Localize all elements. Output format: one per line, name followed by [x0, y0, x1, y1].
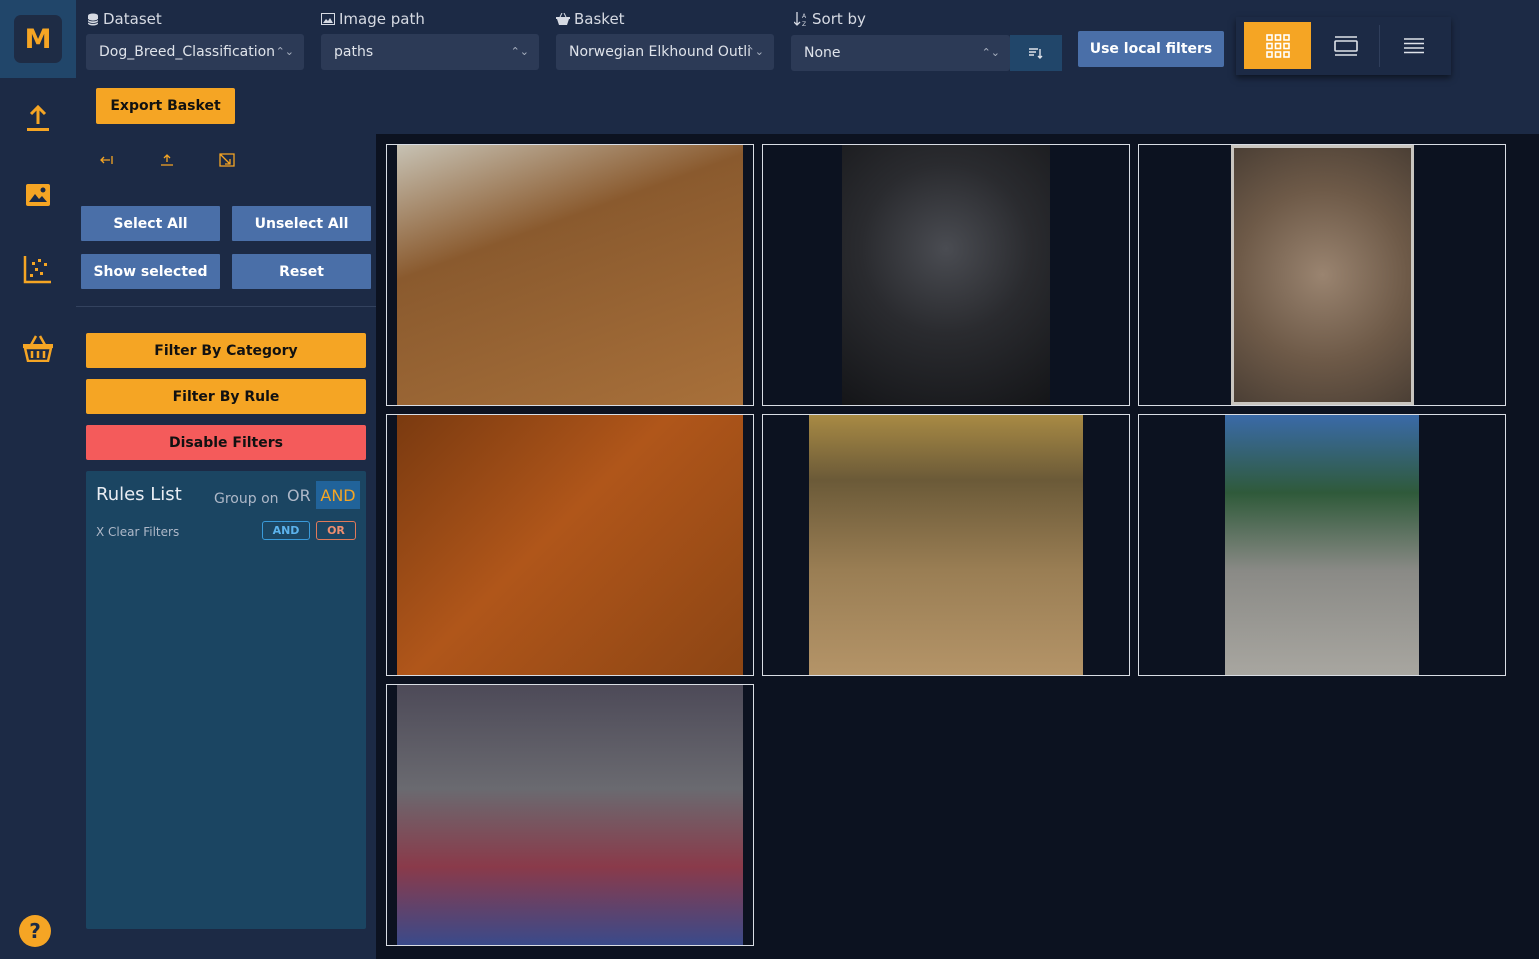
list-view-button[interactable] — [1380, 22, 1447, 69]
dog-image — [397, 415, 743, 675]
group-or-toggle[interactable]: OR — [287, 486, 311, 505]
chevron-updown-icon: ⌃⌄ — [745, 45, 764, 58]
collapse-panel-icon[interactable] — [96, 150, 116, 170]
upload-icon[interactable] — [14, 94, 62, 142]
filter-by-category-button[interactable]: Filter By Category — [86, 333, 366, 368]
sort-by-select-value: None — [804, 45, 841, 61]
upload-small-icon[interactable] — [157, 150, 177, 170]
dog-image — [1225, 415, 1419, 675]
scatter-plot-icon[interactable] — [14, 245, 62, 293]
chevron-updown-icon: ⌃⌄ — [275, 45, 294, 58]
view-mode-group — [1236, 17, 1451, 75]
app-logo[interactable]: M — [0, 0, 76, 78]
svg-text:A: A — [802, 13, 807, 20]
export-basket-button[interactable]: Export Basket — [96, 88, 235, 124]
use-local-filters-button[interactable]: Use local filters — [1078, 31, 1224, 67]
sort-by-label-text: Sort by — [812, 10, 866, 28]
panel-divider — [76, 306, 376, 307]
image-card[interactable] — [1138, 144, 1506, 406]
dataset-select[interactable]: Dog_Breed_Classification ⌃⌄ — [86, 34, 304, 70]
add-and-rule-button[interactable]: AND — [262, 521, 310, 540]
image-card[interactable] — [386, 414, 754, 676]
chevron-updown-icon: ⌃⌄ — [510, 45, 529, 58]
add-or-rule-button[interactable]: OR — [316, 521, 356, 540]
image-path-select[interactable]: paths ⌃⌄ — [321, 34, 539, 70]
image-grid — [376, 134, 1539, 959]
dataset-label: Dataset — [87, 10, 162, 28]
reset-button[interactable]: Reset — [232, 254, 371, 289]
chevron-updown-icon: ⌃⌄ — [981, 46, 1000, 59]
sort-alpha-icon: AZ — [794, 12, 807, 27]
dog-image — [842, 145, 1050, 405]
image-path-select-value: paths — [334, 44, 374, 60]
clear-filters-link[interactable]: X Clear Filters — [96, 525, 179, 539]
rules-list-title: Rules List — [96, 484, 182, 505]
list-view-icon — [1403, 37, 1424, 53]
logo-letter: M — [14, 15, 62, 63]
toolbar: Dataset Dog_Breed_Classification ⌃⌄ Imag… — [76, 0, 1539, 134]
sort-by-label: AZ Sort by — [794, 10, 866, 28]
image-card[interactable] — [762, 144, 1130, 406]
basket-label-text: Basket — [574, 10, 625, 28]
basket-select[interactable]: Norwegian Elkhound Outli ⌃⌄ — [556, 34, 774, 70]
image-path-label: Image path — [321, 10, 425, 28]
dog-image — [809, 415, 1083, 675]
basket-select-value: Norwegian Elkhound Outli — [569, 44, 752, 60]
show-selected-button[interactable]: Show selected — [81, 254, 220, 289]
image-icon[interactable] — [14, 171, 62, 219]
image-path-label-text: Image path — [339, 10, 425, 28]
svg-text:Z: Z — [802, 21, 806, 27]
sort-by-select[interactable]: None ⌃⌄ — [791, 35, 1010, 71]
disable-filters-button[interactable]: Disable Filters — [86, 425, 366, 460]
rules-list: Rules List Group on OR AND X Clear Filte… — [86, 471, 366, 929]
grid-view-button[interactable] — [1244, 22, 1311, 69]
dog-image — [1230, 145, 1414, 405]
sort-direction-button[interactable] — [1010, 35, 1062, 71]
help-icon[interactable]: ? — [19, 915, 51, 947]
picture-icon — [321, 13, 335, 25]
dog-image — [397, 685, 743, 945]
basket-label: Basket — [556, 10, 625, 28]
card-view-icon — [1333, 35, 1358, 56]
filter-by-rule-button[interactable]: Filter By Rule — [86, 379, 366, 414]
sort-descending-icon — [1029, 48, 1043, 59]
dog-image — [397, 145, 743, 405]
image-card[interactable] — [762, 414, 1130, 676]
image-card[interactable] — [386, 144, 754, 406]
nav-rail: M ? — [0, 0, 76, 959]
basket-small-icon — [556, 13, 570, 25]
expand-icon[interactable] — [217, 150, 237, 170]
basket-icon[interactable] — [14, 324, 62, 372]
unselect-all-button[interactable]: Unselect All — [232, 206, 371, 241]
grid-view-icon — [1265, 33, 1290, 58]
image-card[interactable] — [1138, 414, 1506, 676]
image-card[interactable] — [386, 684, 754, 946]
group-and-toggle[interactable]: AND — [316, 481, 360, 509]
dataset-select-value: Dog_Breed_Classification — [99, 44, 276, 60]
select-all-button[interactable]: Select All — [81, 206, 220, 241]
filter-panel: Select All Unselect All Show selected Re… — [76, 134, 376, 959]
group-on-label: Group on — [214, 491, 279, 507]
dataset-label-text: Dataset — [103, 10, 162, 28]
database-icon — [87, 13, 99, 25]
card-view-button[interactable] — [1312, 22, 1379, 69]
